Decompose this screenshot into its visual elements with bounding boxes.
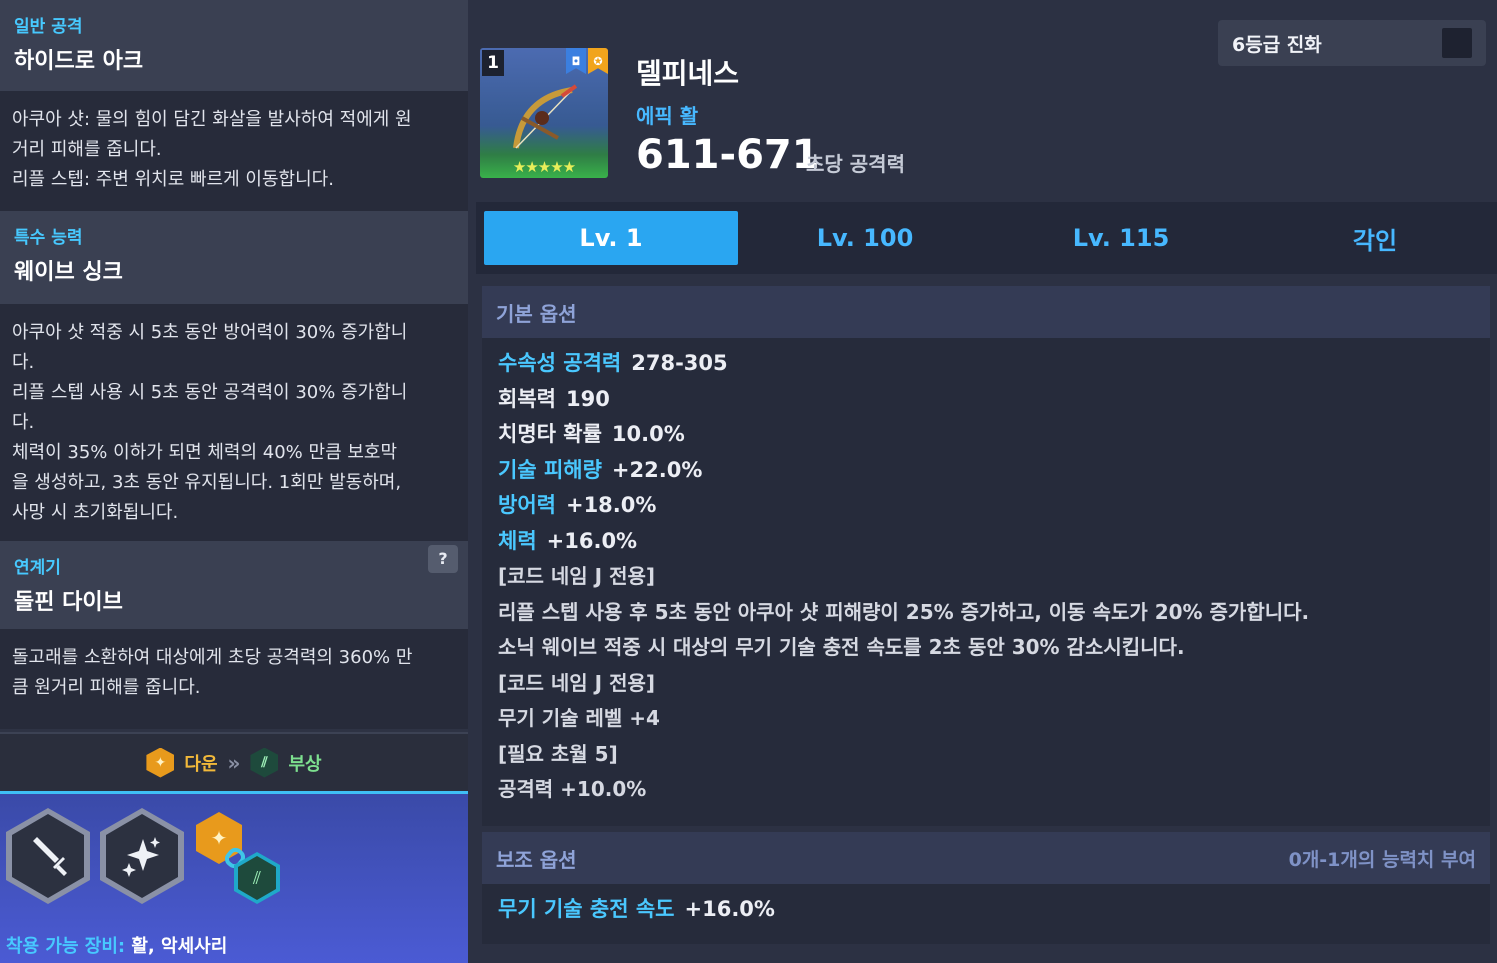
sub-options-header: 보조 옵션 0개-1개의 능력치 부여 [482,832,1490,884]
mask-badge-icon: ◘ [566,48,586,74]
tab-lv-115[interactable]: Lv. 115 [994,211,1248,265]
special-ability-description: 아쿠아 샷 적중 시 5초 동안 방어력이 30% 증가합니 다. 리플 스텝 … [0,304,468,541]
stat-value: +22.0% [611,457,703,482]
stat-row: 수속성 공격력 278-305 [498,346,1474,382]
special-ability-title: 웨이브 싱크 [14,260,123,285]
bow-item-icon: 1 ◘ ✪ ★★★★★ [480,48,608,178]
attack-label: 초당 공격력 [806,152,905,176]
injury-status-icon: ⫽ [250,747,279,778]
stat-key: 방어력 [498,493,556,517]
description-line: 아쿠아 샷 적중 시 5초 동안 방어력이 30% 증가합니 [12,322,408,343]
option-description: [코드 네임 J 전용] [498,670,656,695]
sub-stat-row: 무기 기술 충전 속도 +16.0% [482,884,1490,934]
description-line: 거리 피해를 줍니다. [12,139,162,160]
sword-icon [33,837,67,876]
stat-row: 치명타 확률 10.0% [498,417,1474,453]
sub-stat-key: 무기 기술 충전 속도 [498,897,675,921]
description-line: 체력이 35% 이하가 되면 체력의 40% 만큼 보호막 [12,442,398,463]
basic-options-box: 기본 옵션 수속성 공격력 278-305 회복력 190 치명타 확률 10.0% … [482,286,1490,826]
item-grade: 에픽 활 [636,104,699,128]
chain-skill-description: 돌고래를 소환하여 대상에게 초당 공격력의 360% 만 큼 원거리 피해를 … [0,629,468,729]
option-description: 무기 기술 레벨 +4 [498,706,660,730]
stat-key: 체력 [498,528,537,553]
description-line: 리플 스텝: 주변 위치로 빠르게 이동합니다. [12,169,334,190]
description-line: 다. [12,412,35,433]
description-line: 큼 원거리 피해를 줍니다. [12,677,201,698]
stat-key: 회복력 [498,386,556,411]
equipable-gear: 착용 가능 장비: 활, 악세사리 [6,932,227,958]
option-description: [필요 초월 5] [498,741,618,766]
evolution-checkbox[interactable] [1442,28,1472,58]
emblem-badge-icon: ✪ [588,48,608,74]
star-rating: ★★★★★ [512,158,576,176]
evolution-label: 6등급 진화 [1232,33,1322,56]
stat-row: 기술 피해량 +22.0% [498,453,1474,489]
normal-attack-description: 아쿠아 샷: 물의 힘이 담긴 화살을 발사하여 적에게 원 거리 피해를 줍니… [0,91,468,211]
description-line: 을 생성하고, 3초 동안 유지됩니다. 1회만 발동하며, [12,472,402,493]
tab-engrave[interactable]: 각인 [1248,211,1497,265]
sub-options-box: 보조 옵션 0개-1개의 능력치 부여 무기 기술 충전 속도 +16.0% [482,832,1490,944]
item-level-badge: 1 [482,50,504,76]
evolution-toggle[interactable]: 6등급 진화 [1218,20,1486,66]
option-description: 공격력 +10.0% [498,777,647,801]
equipable-gear-label: 착용 가능 장비: [6,936,126,957]
combo-from-label: 다운 [184,753,218,775]
item-detail-panel: 1 ◘ ✪ ★★★★★ 델피네스 에픽 활 611-671 초당 공격력 6등급… [468,0,1497,963]
stat-key: 기술 피해량 [498,457,602,482]
chain-skill-header: 연계기 돌핀 다이브 ? [0,541,468,629]
basic-options-header: 기본 옵션 [482,286,1490,338]
option-description: 리플 스텝 사용 후 5초 동안 아쿠아 샷 피해량이 25% 증가하고, 이동… [498,599,1310,624]
item-header: 1 ◘ ✪ ★★★★★ 델피네스 에픽 활 611-671 초당 공격력 6등급… [468,0,1497,200]
stat-key: 수속성 공격력 [498,351,622,375]
special-ability-header: 특수 능력 웨이브 싱크 [0,211,468,304]
stat-row: 체력 +16.0% [498,524,1474,560]
level-tabs: Lv. 1 Lv. 100 Lv. 115 각인 [476,202,1497,274]
normal-attack-header: 일반 공격 하이드로 아크 [0,0,468,91]
normal-attack-category: 일반 공격 [14,17,83,37]
chain-skill-title: 돌핀 다이브 [14,590,123,615]
down-status-icon: ✦ [146,747,175,778]
stat-value: +18.0% [565,493,657,517]
attack-value: 611-671 [636,132,820,178]
tab-lv-1[interactable]: Lv. 1 [484,211,738,265]
combo-to-label: 부상 [288,753,322,775]
skill-panel: 일반 공격 하이드로 아크 아쿠아 샷: 물의 힘이 담긴 화살을 발사하여 적… [0,0,468,963]
combo-condition-row: ✦ 다운 » ⫽ 부상 [0,732,468,794]
option-description: 소닉 웨이브 적중 시 대상의 무기 기술 충전 속도를 2초 동안 30% 감… [498,635,1185,659]
special-ability-category: 특수 능력 [14,228,83,248]
sub-options-note: 0개-1개의 능력치 부여 [1288,848,1476,871]
stat-value: 278-305 [631,351,728,375]
help-button[interactable]: ? [428,545,458,573]
item-name: 델피네스 [636,57,740,90]
normal-attack-title: 하이드로 아크 [14,49,144,74]
double-chevron-right-icon: » [227,750,241,775]
bow-icon [502,78,588,168]
description-line: 다. [12,352,35,373]
stat-key: 치명타 확률 [498,422,602,446]
description-line: 돌고래를 소환하여 대상에게 초당 공격력의 360% 만 [12,647,413,668]
description-line: 사망 시 초기화됩니다. [12,502,179,523]
tab-lv-100[interactable]: Lv. 100 [738,211,992,265]
description-line: 리플 스텝 사용 시 5초 동안 공격력이 30% 증가합니 [12,382,408,403]
sparkle-icon [122,837,160,877]
stat-row: 방어력 +18.0% [498,488,1474,524]
equipable-gear-value: 활, 악세사리 [131,936,228,957]
stat-value: 10.0% [611,422,685,446]
sub-stat-value: +16.0% [684,897,775,921]
description-line: 아쿠아 샷: 물의 힘이 담긴 화살을 발사하여 적에게 원 [12,109,412,130]
basic-options-list: 수속성 공격력 278-305 회복력 190 치명타 확률 10.0% 기술 피해량… [482,338,1490,816]
sub-options-title: 보조 옵션 [496,847,577,872]
basic-options-title: 기본 옵션 [496,301,577,326]
stat-row: 회복력 190 [498,382,1474,418]
chain-skill-category: 연계기 [14,558,61,578]
option-description: [코드 네임 J 전용] [498,564,656,588]
stat-value: +16.0% [546,528,638,553]
stat-value: 190 [565,386,610,411]
